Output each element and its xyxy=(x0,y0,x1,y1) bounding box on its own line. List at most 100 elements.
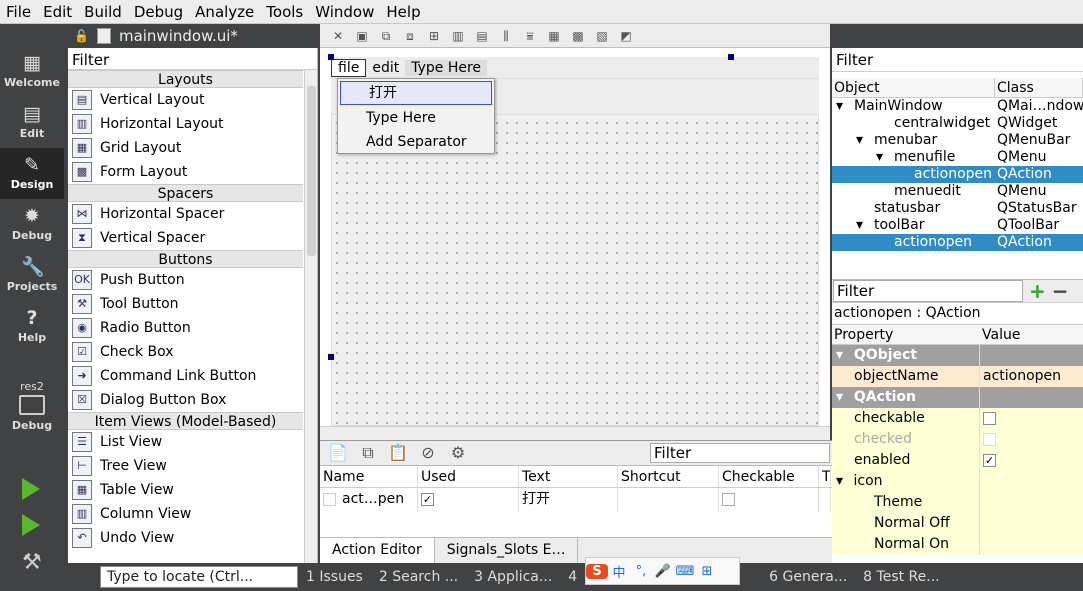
widget-item[interactable]: ▦ Table View xyxy=(68,478,303,502)
property-value[interactable] xyxy=(980,513,1083,534)
column-header[interactable]: Property xyxy=(832,325,980,344)
expand-arrow-icon[interactable]: ▾ xyxy=(836,473,847,489)
output-pane-button[interactable]: 2 Search ... xyxy=(379,569,458,585)
column-header[interactable]: Class xyxy=(995,78,1083,97)
keyboard-icon[interactable]: ⌨ xyxy=(674,564,696,579)
copy-icon[interactable]: ⧉ xyxy=(358,443,378,463)
column-header[interactable]: T xyxy=(819,466,831,487)
menu-analyze[interactable]: Analyze xyxy=(189,3,260,21)
table-row[interactable]: act…pen ✓ 打开 xyxy=(320,488,832,512)
debug-run-button[interactable] xyxy=(22,514,40,536)
property-value[interactable]: ✓ xyxy=(980,450,1083,471)
tree-row[interactable]: ▾ MainWindow QMai…ndow xyxy=(832,98,1083,115)
property-value[interactable] xyxy=(980,534,1083,555)
microphone-icon[interactable]: 🎤 xyxy=(652,564,674,579)
break-layout-icon[interactable]: ▧ xyxy=(593,28,611,44)
document-tab-title[interactable]: mainwindow.ui* xyxy=(119,27,238,45)
ime-menu-icon[interactable]: ⊞ xyxy=(696,564,718,579)
widget-category[interactable]: Spacers xyxy=(68,184,303,202)
paste-icon[interactable]: 📋 xyxy=(388,443,408,463)
property-row[interactable]: Theme xyxy=(832,492,1083,513)
property-filter-input[interactable]: Filter xyxy=(833,280,1023,302)
mode-design[interactable]: ✎ Design xyxy=(0,148,64,199)
tree-row[interactable]: ▾ toolBar QToolBar xyxy=(832,217,1083,234)
used-checkbox[interactable]: ✓ xyxy=(421,492,434,506)
mode-edit[interactable]: ▤ Edit xyxy=(0,97,64,148)
ime-chinese-mode-icon[interactable]: 中 xyxy=(608,562,630,581)
form-menu-item[interactable]: edit xyxy=(366,60,405,76)
property-checkbox[interactable]: ✓ xyxy=(983,453,996,467)
column-header[interactable]: Shortcut xyxy=(618,466,719,487)
layout-grid-icon[interactable]: ▦ xyxy=(545,28,563,44)
column-header[interactable]: Checkable xyxy=(719,466,819,487)
property-row[interactable]: ▾ icon xyxy=(832,471,1083,492)
tree-row[interactable]: actionopen QAction xyxy=(832,166,1083,183)
output-pane-button[interactable]: 3 Applica... xyxy=(474,569,552,585)
widget-item[interactable]: ⚒ Tool Button xyxy=(68,292,303,316)
selection-handle[interactable] xyxy=(328,54,334,60)
output-pane-button[interactable]: 6 Genera... xyxy=(769,569,847,585)
menu-debug[interactable]: Debug xyxy=(128,3,189,21)
column-header[interactable]: Value xyxy=(980,325,1080,344)
property-row[interactable]: enabled ✓ xyxy=(832,450,1083,471)
mode-projects[interactable]: 🔧 Projects xyxy=(0,250,64,301)
bottom-tab[interactable]: Signals_Slots E… xyxy=(435,538,579,563)
mode-welcome[interactable]: ▦ Welcome xyxy=(0,46,64,97)
property-checkbox[interactable] xyxy=(983,432,996,446)
ime-logo-icon[interactable]: S xyxy=(586,563,608,579)
menu-tools[interactable]: Tools xyxy=(260,3,309,21)
widget-item[interactable]: ⧗ Vertical Spacer xyxy=(68,226,303,250)
expand-arrow-icon[interactable]: ▾ xyxy=(876,149,894,166)
edit-signals-icon[interactable]: ⧉ xyxy=(377,28,395,44)
tree-row[interactable]: statusbar QStatusBar xyxy=(832,200,1083,217)
menu-window[interactable]: Window xyxy=(309,3,380,21)
settings-icon[interactable]: ⚙ xyxy=(448,443,468,463)
action-filter-input[interactable]: Filter xyxy=(650,443,830,463)
edit-buddies-icon[interactable]: ⧈ xyxy=(401,28,419,44)
menu-help[interactable]: Help xyxy=(380,3,426,21)
widget-item[interactable]: ▥ Column View xyxy=(68,502,303,526)
delete-icon[interactable]: ⊘ xyxy=(418,443,438,463)
widget-item[interactable]: ▤ Vertical Layout xyxy=(68,88,303,112)
dropdown-item[interactable]: Type Here xyxy=(338,107,494,131)
output-pane-button[interactable]: 8 Test Re... xyxy=(863,569,939,585)
edit-tab-order-icon[interactable]: ⊞ xyxy=(425,28,443,44)
edit-widgets-icon[interactable]: ▣ xyxy=(353,28,371,44)
canvas-horizontal-scrollbar[interactable] xyxy=(320,426,830,440)
widget-category[interactable]: Buttons xyxy=(68,250,303,268)
tree-row[interactable]: centralwidget QWidget xyxy=(832,115,1083,132)
widget-item[interactable]: ▥ Horizontal Layout xyxy=(68,112,303,136)
property-value[interactable] xyxy=(980,408,1083,429)
layout-splitter-h-icon[interactable]: ⫼ xyxy=(497,28,515,44)
run-button[interactable] xyxy=(22,478,40,500)
widget-item[interactable]: ☒ Dialog Button Box xyxy=(68,388,303,412)
expand-arrow-icon[interactable]: ▾ xyxy=(836,98,854,115)
form-menu-item[interactable]: file xyxy=(331,58,367,77)
widget-filter-input[interactable]: Filter xyxy=(68,48,317,70)
expand-arrow-icon[interactable]: ▾ xyxy=(856,217,874,234)
form-menu-item[interactable]: Type Here xyxy=(405,59,488,76)
tree-row[interactable]: actionopen QAction xyxy=(832,234,1083,251)
mode-debug[interactable]: ✹ Debug xyxy=(0,199,64,250)
expand-arrow-icon[interactable]: ▾ xyxy=(836,347,848,363)
bottom-tab[interactable]: Action Editor xyxy=(320,538,435,563)
expand-arrow-icon[interactable]: ▾ xyxy=(836,389,848,405)
checkable-checkbox[interactable] xyxy=(722,492,735,506)
build-button[interactable]: ⚒ xyxy=(22,550,42,575)
widget-item[interactable]: ⊢ Tree View xyxy=(68,454,303,478)
property-row[interactable]: Normal Off xyxy=(832,513,1083,534)
column-header[interactable]: Name xyxy=(320,466,418,487)
column-header[interactable]: Object xyxy=(832,78,995,97)
widget-item[interactable]: ➜ Command Link Button xyxy=(68,364,303,388)
adjust-size-icon[interactable]: ◩ xyxy=(617,28,635,44)
property-value[interactable]: actionopen xyxy=(980,366,1083,387)
close-icon[interactable]: ✕ xyxy=(329,28,347,44)
locator-input[interactable]: Type to locate (Ctrl... xyxy=(100,566,298,588)
property-row[interactable]: objectName actionopen xyxy=(832,366,1083,387)
property-value[interactable] xyxy=(980,471,1083,492)
widget-category[interactable]: Layouts xyxy=(68,70,303,88)
output-pane-button[interactable]: 4 xyxy=(568,569,577,585)
widget-item[interactable]: OK Push Button xyxy=(68,268,303,292)
layout-splitter-v-icon[interactable]: ⩸ xyxy=(521,28,539,44)
layout-form-icon[interactable]: ▩ xyxy=(569,28,587,44)
